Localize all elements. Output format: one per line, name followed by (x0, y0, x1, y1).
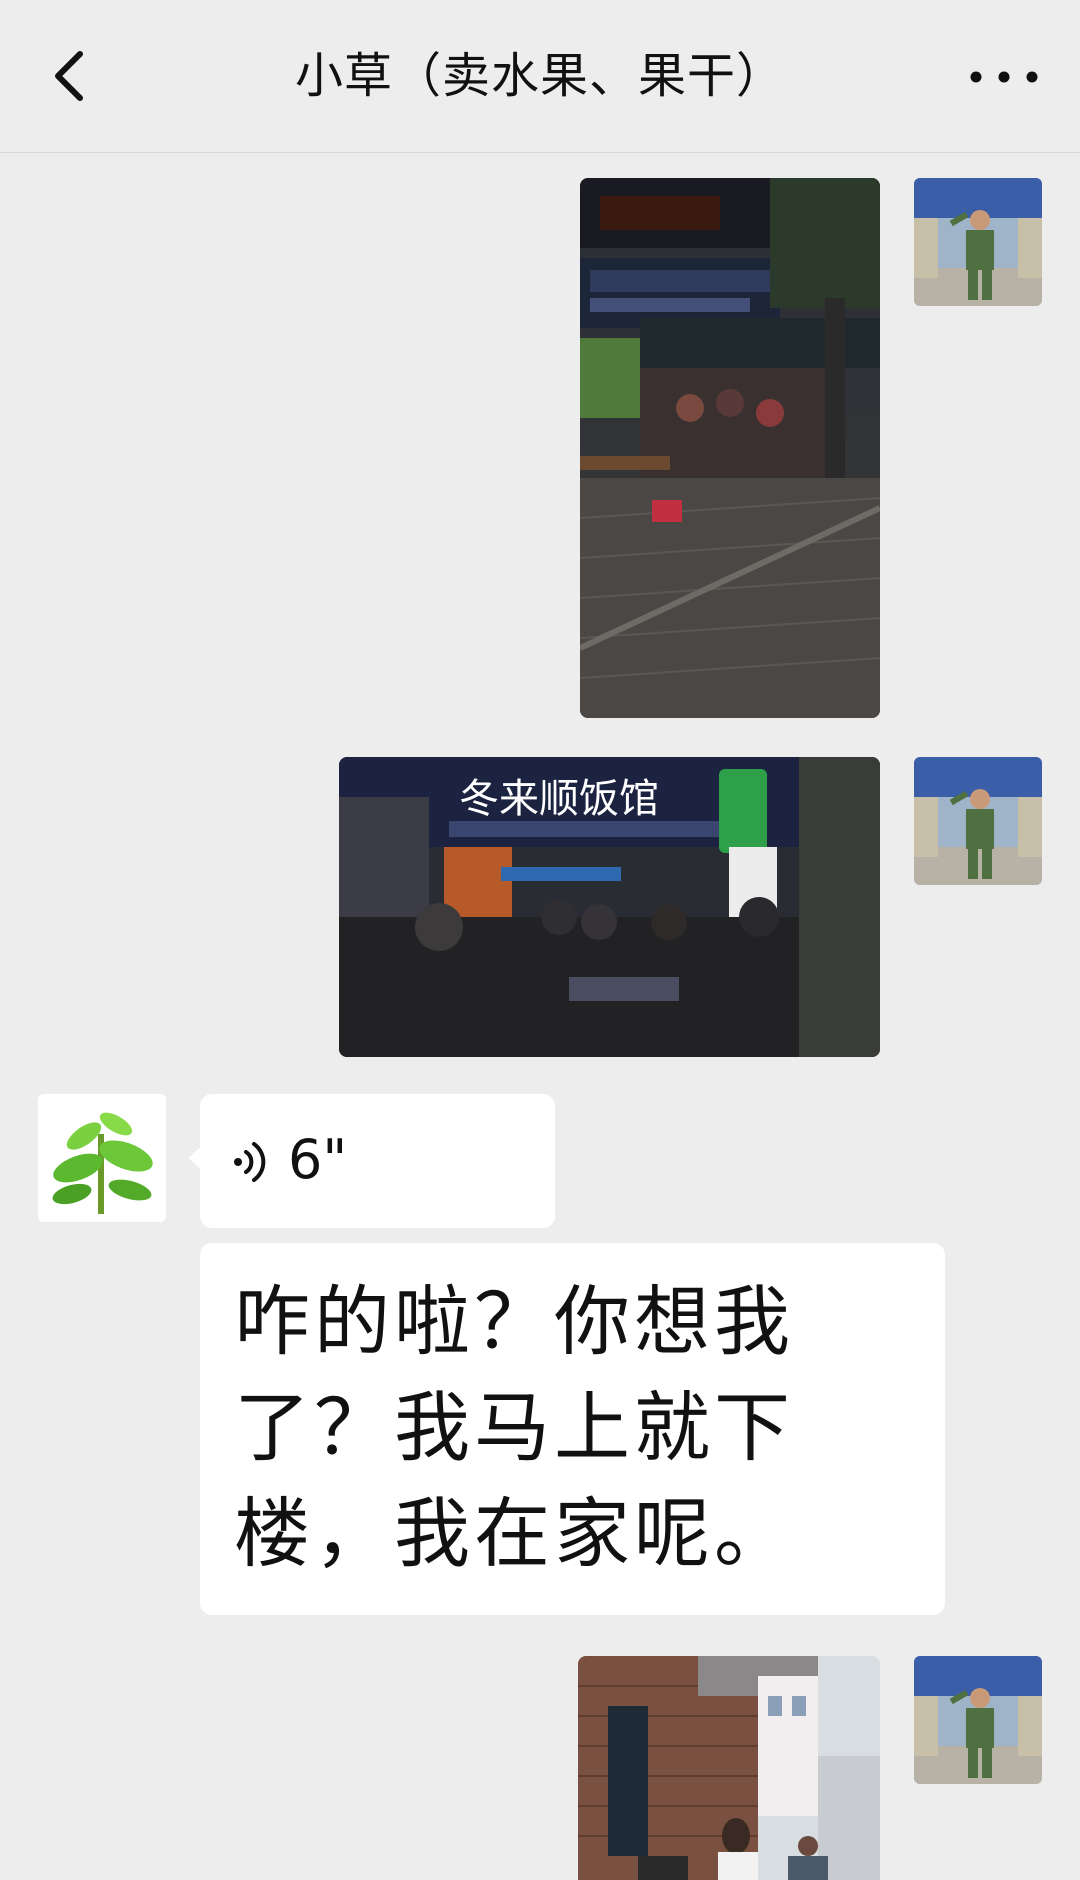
soldier-salute-avatar (914, 1656, 1042, 1784)
chat-header: 小草（卖水果、果干） (0, 0, 1080, 153)
voice-message[interactable]: 6" (200, 1094, 555, 1228)
message-image-2[interactable]: 冬来顺饭馆 (339, 757, 880, 1057)
more-dots-icon (970, 71, 1038, 83)
message-image-1[interactable] (580, 178, 880, 718)
soldier-salute-avatar (914, 178, 1042, 306)
text-message[interactable]: 咋的啦？你想我了？我马上就下楼，我在家呢。 (200, 1243, 945, 1615)
chat-title: 小草（卖水果、果干） (294, 48, 785, 104)
more-button[interactable] (960, 52, 1050, 102)
street-building-photo (578, 1656, 880, 1880)
chevron-left-icon (55, 51, 83, 101)
restaurant-storefront-night-photo (580, 178, 880, 718)
message-text: 咋的啦？你想我了？我马上就下楼，我在家呢。 (234, 1277, 794, 1578)
voice-duration: 6" (288, 1128, 348, 1191)
message-image-3[interactable] (578, 1656, 880, 1880)
dong-lai-shun-restaurant-photo: 冬来顺饭馆 (339, 757, 880, 1057)
my-avatar-1[interactable] (914, 178, 1042, 306)
my-avatar-2[interactable] (914, 757, 1042, 885)
back-button[interactable] (44, 44, 104, 108)
contact-avatar[interactable] (38, 1094, 166, 1222)
my-avatar-3[interactable] (914, 1656, 1042, 1784)
soldier-salute-avatar (914, 757, 1042, 885)
voice-wave-icon (234, 1142, 266, 1182)
green-sprout-avatar (38, 1094, 166, 1222)
sign-text: 冬来顺饭馆 (459, 776, 659, 822)
